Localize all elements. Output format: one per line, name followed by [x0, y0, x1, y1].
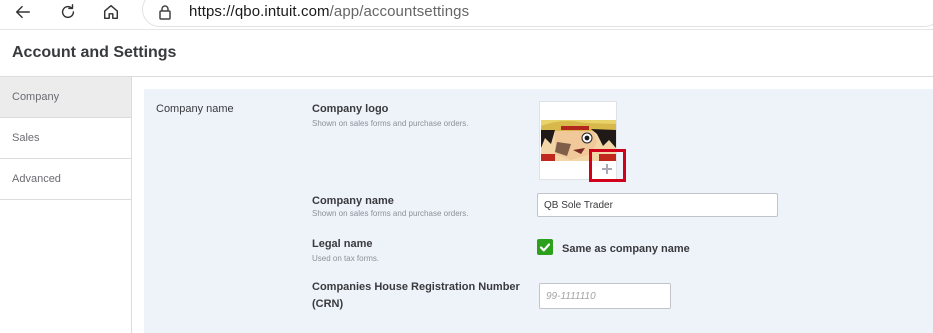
highlight-box — [589, 149, 626, 182]
lock-icon[interactable] — [158, 4, 172, 20]
settings-sidebar: Company Sales Advanced — [0, 77, 132, 333]
home-button[interactable] — [100, 1, 122, 23]
reload-icon — [61, 4, 75, 19]
home-icon — [103, 4, 119, 20]
url-text[interactable]: https://qbo.intuit.com/app/accountsettin… — [189, 3, 469, 20]
same-as-company-label[interactable]: Same as company name — [562, 243, 690, 255]
back-button[interactable] — [12, 1, 34, 23]
url-host: https://qbo.intuit.com — [189, 3, 330, 20]
arrow-left-icon — [15, 5, 31, 19]
section-label: Company name — [156, 103, 234, 115]
crn-title-line2: (CRN) — [312, 298, 344, 310]
title-divider — [0, 76, 933, 77]
browser-toolbar: https://qbo.intuit.com/app/accountsettin… — [0, 0, 933, 28]
legal-name-hint: Used on tax forms. — [312, 254, 380, 263]
crn-input[interactable] — [539, 283, 671, 309]
page-title: Account and Settings — [12, 44, 177, 61]
reload-button[interactable] — [57, 1, 79, 23]
company-logo-hint: Shown on sales forms and purchase orders… — [312, 119, 469, 128]
sidebar-item-sales[interactable]: Sales — [0, 118, 131, 159]
browser-divider — [0, 29, 933, 30]
url-path: /app/accountsettings — [329, 3, 470, 20]
crn-title-line1: Companies House Registration Number — [312, 281, 520, 293]
company-name-input[interactable] — [537, 193, 778, 217]
legal-name-title: Legal name — [312, 238, 373, 250]
same-as-company-checkbox[interactable] — [537, 239, 553, 255]
company-name-hint: Shown on sales forms and purchase orders… — [312, 209, 469, 218]
sidebar-item-advanced[interactable]: Advanced — [0, 159, 131, 200]
sidebar-item-company[interactable]: Company — [0, 77, 131, 118]
company-name-title: Company name — [312, 195, 394, 207]
checkmark-icon — [539, 243, 551, 252]
company-logo-title: Company logo — [312, 103, 389, 115]
